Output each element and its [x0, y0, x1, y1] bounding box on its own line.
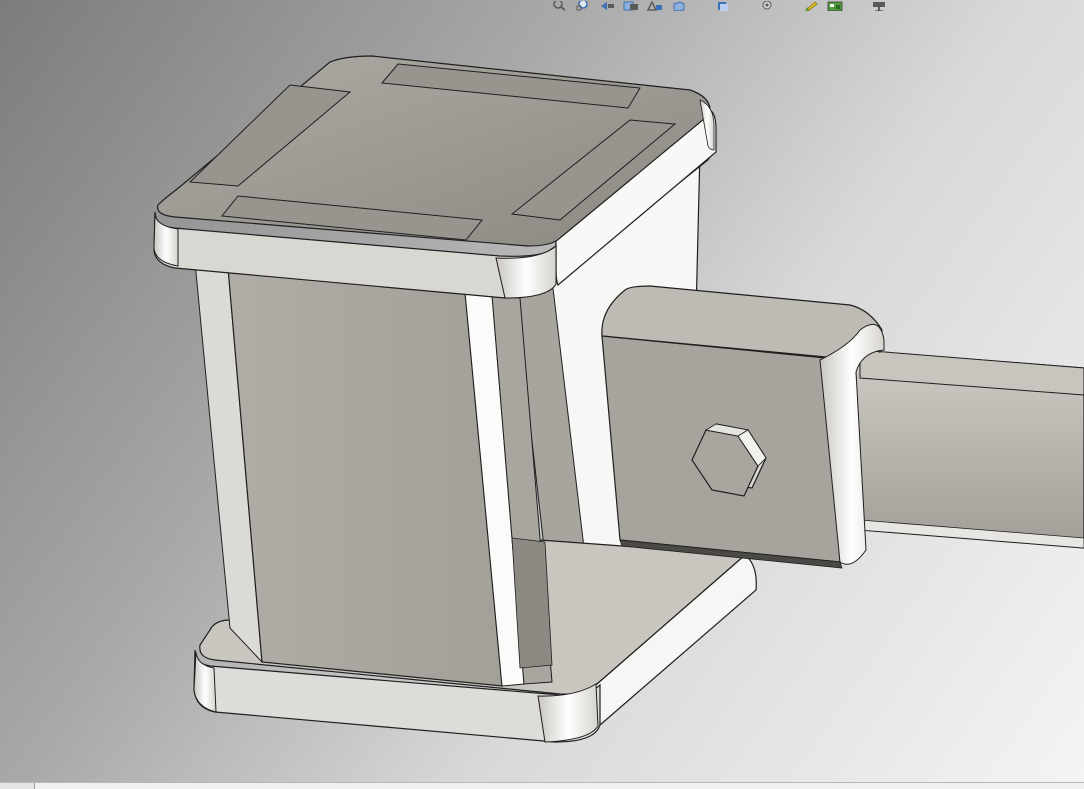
- status-bar: [0, 782, 1084, 789]
- rod-end-block[interactable]: [601, 285, 885, 569]
- status-tab-icon[interactable]: [0, 783, 35, 789]
- part-model-view[interactable]: [0, 0, 1084, 789]
- connecting-rod[interactable]: [851, 349, 1084, 549]
- graphics-area[interactable]: [0, 0, 1084, 789]
- main-block[interactable]: [194, 261, 553, 687]
